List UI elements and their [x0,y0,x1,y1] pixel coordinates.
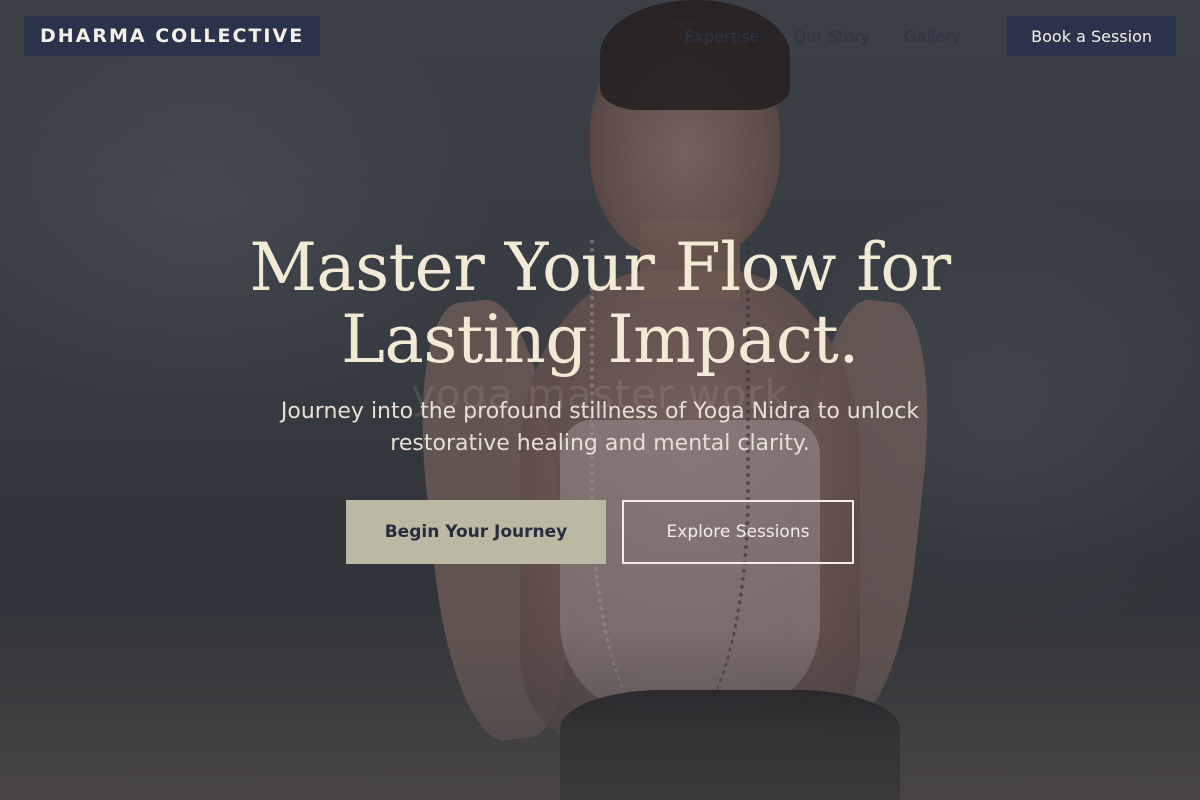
hero-headline-line-2: Lasting Impact. [341,301,859,378]
nav-link-our-story[interactable]: Our Story [794,27,871,46]
hero-actions: Begin Your Journey Explore Sessions [0,500,1200,564]
hero-headline-line-1: Master Your Flow for [249,229,951,306]
nav-link-expertise[interactable]: Expertise [684,27,759,46]
site-header: DHARMA COLLECTIVE Expertise Our Story Ga… [24,16,1176,56]
begin-journey-button[interactable]: Begin Your Journey [346,500,606,564]
hero-headline: Master Your Flow for Lasting Impact. [0,232,1200,376]
hero-section: yoga master work Master Your Flow for La… [0,232,1200,564]
book-session-button[interactable]: Book a Session [1007,16,1176,56]
main-nav: Expertise Our Story Gallery Book a Sessi… [684,16,1176,56]
explore-sessions-button[interactable]: Explore Sessions [622,500,854,564]
hero-subheading: Journey into the profound stillness of Y… [280,399,920,456]
nav-link-gallery[interactable]: Gallery [904,27,961,46]
brand-logo[interactable]: DHARMA COLLECTIVE [24,16,321,56]
